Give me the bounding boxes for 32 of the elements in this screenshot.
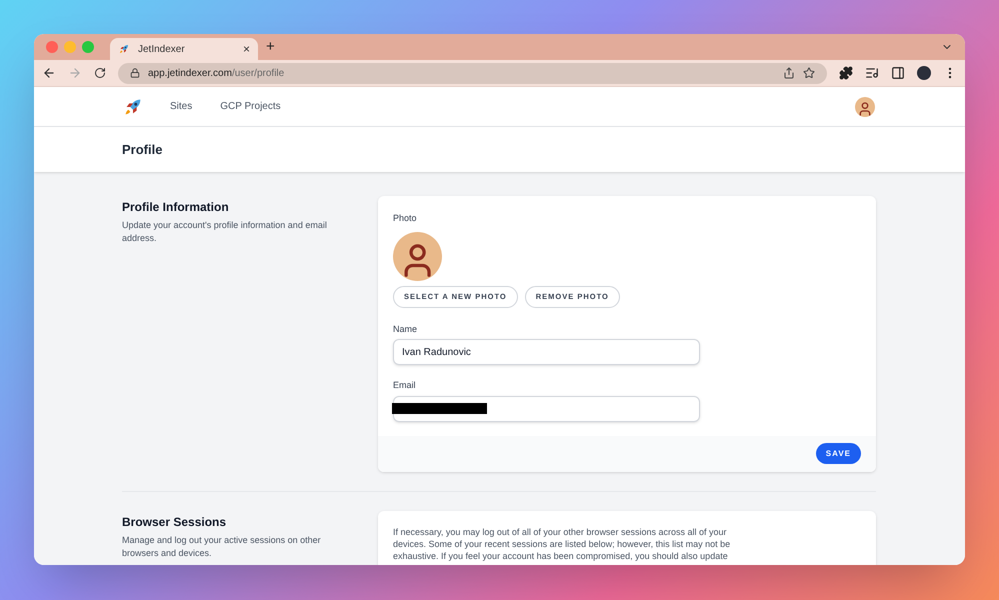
browser-tab[interactable]: JetIndexer × bbox=[110, 38, 258, 60]
page-title: Profile bbox=[122, 140, 162, 159]
nav-link[interactable]: GCP Projects bbox=[220, 99, 281, 114]
sessions-explanation: If necessary, you may log out of all of your other browser sessions across all of your devices. Some of your recent sessions are listed below; however, this list may not be exhaustive. If you feel your account has been compromised, you should also update bbox=[393, 526, 732, 562]
new-tab-button[interactable]: + bbox=[266, 36, 275, 58]
section-title: Profile Information bbox=[122, 199, 230, 216]
lock-icon bbox=[130, 68, 140, 78]
photo-label: Photo bbox=[393, 212, 418, 225]
field-label: Name bbox=[393, 322, 418, 336]
bookmark-star-icon[interactable] bbox=[803, 67, 815, 79]
media-queue-icon[interactable] bbox=[865, 66, 879, 80]
email-input-field[interactable] bbox=[393, 396, 700, 422]
rocket-icon bbox=[118, 43, 130, 55]
share-icon[interactable] bbox=[783, 67, 795, 79]
address-bar[interactable]: app.jetindexer.com/user/profile bbox=[118, 62, 827, 84]
nav-link[interactable]: Sites bbox=[170, 99, 192, 114]
side-panel-icon[interactable] bbox=[891, 66, 905, 80]
section-description: Update your account's profile information and email address. bbox=[122, 219, 328, 245]
tab-close-button[interactable]: × bbox=[242, 40, 250, 58]
profile-avatar-icon[interactable] bbox=[917, 66, 931, 80]
back-icon[interactable] bbox=[42, 66, 56, 80]
user-avatar bbox=[855, 96, 875, 116]
reload-icon[interactable] bbox=[94, 67, 106, 79]
profile-photo-placeholder bbox=[393, 232, 442, 280]
section-title: Browser Sessions bbox=[122, 514, 228, 530]
url-text: app.jetindexer.com/user/profile bbox=[148, 66, 286, 80]
save-button[interactable]: SAVE bbox=[816, 443, 861, 464]
extensions-icon[interactable] bbox=[839, 66, 853, 80]
name-input-field[interactable]: Ivan Radunovic bbox=[393, 339, 700, 365]
section-description: Manage and log out your active sessions on other browsers and devices. bbox=[122, 534, 322, 560]
field-label: Email bbox=[393, 379, 417, 392]
tab-title: JetIndexer bbox=[138, 42, 186, 56]
